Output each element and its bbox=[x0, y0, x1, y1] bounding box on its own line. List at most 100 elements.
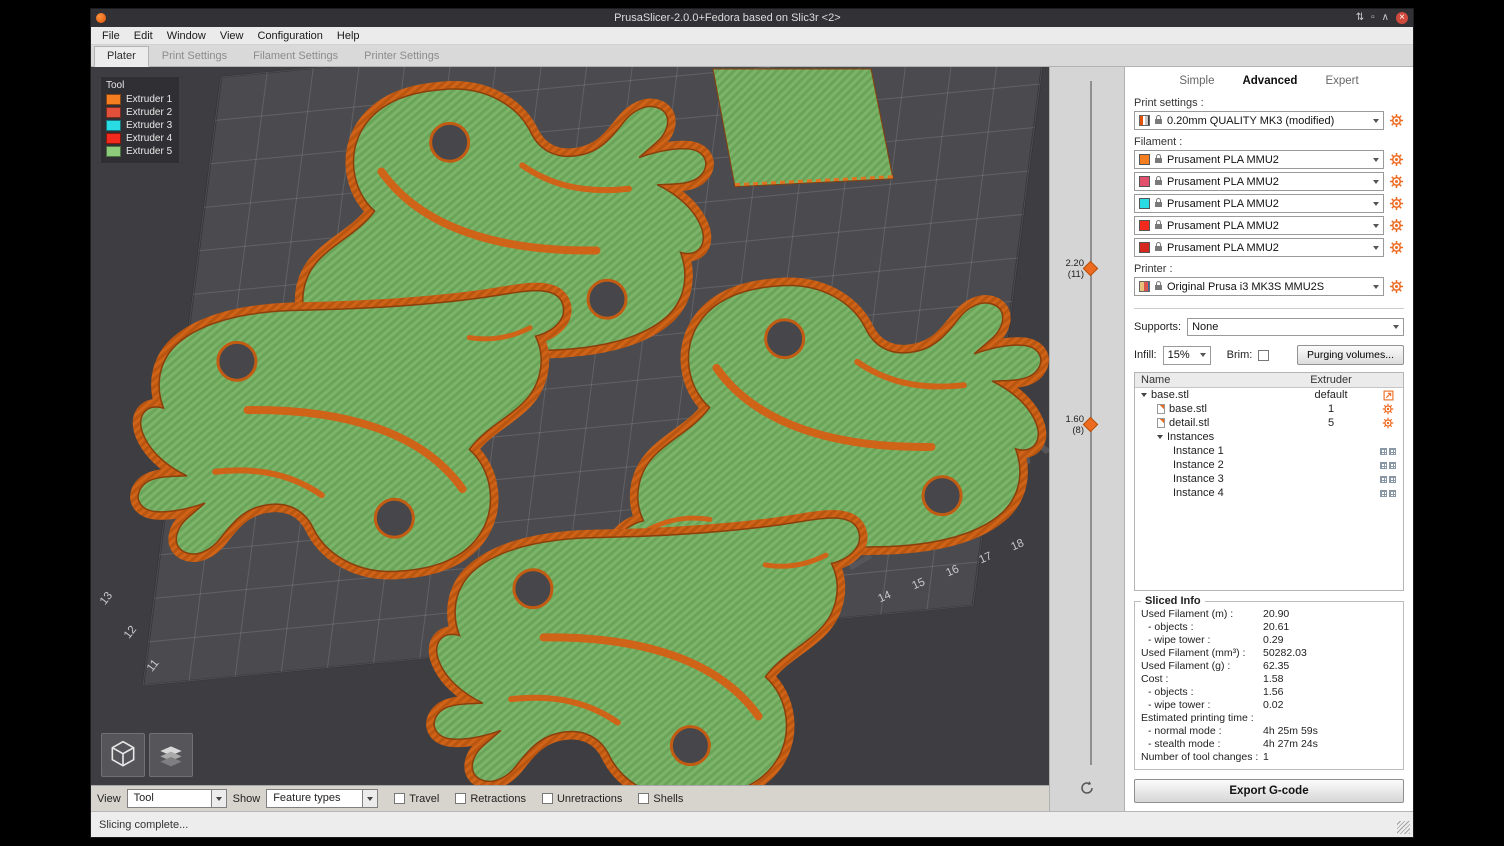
tool-legend-title: Tool bbox=[106, 80, 174, 91]
menu-configuration[interactable]: Configuration bbox=[250, 29, 329, 43]
instance-grid-icon bbox=[1380, 476, 1387, 483]
viewport-toolbar: View Tool Show Feature types Travel Retr… bbox=[91, 785, 1049, 811]
filament-4-gear-button[interactable] bbox=[1389, 218, 1404, 233]
instance-grid-icon bbox=[1389, 476, 1396, 483]
extruder-1-swatch bbox=[106, 94, 121, 105]
filament-1-color-swatch bbox=[1139, 154, 1150, 165]
view-label: View bbox=[97, 793, 121, 805]
header-extruder: Extruder bbox=[1289, 373, 1373, 387]
chevron-down-icon bbox=[1373, 246, 1379, 250]
tab-plater[interactable]: Plater bbox=[94, 46, 149, 67]
mode-advanced[interactable]: Advanced bbox=[1242, 75, 1297, 87]
instance-row-2[interactable]: Instance 2 bbox=[1135, 458, 1403, 472]
menu-edit[interactable]: Edit bbox=[127, 29, 160, 43]
infill-select[interactable]: 15% bbox=[1163, 346, 1211, 365]
filament-5-gear-button[interactable] bbox=[1389, 240, 1404, 255]
instance-grid-icon bbox=[1389, 462, 1396, 469]
retractions-checkbox[interactable] bbox=[455, 793, 466, 804]
title-bar[interactable]: PrusaSlicer-2.0.0+Fedora based on Slic3r… bbox=[91, 9, 1413, 27]
printer-gear-button[interactable] bbox=[1389, 279, 1404, 294]
filament-3-combo[interactable]: Prusament PLA MMU2 bbox=[1134, 194, 1384, 213]
sliced-info-row: - objects :20.61 bbox=[1141, 621, 1397, 634]
travel-checkbox-item: Travel bbox=[394, 793, 439, 805]
printer-combo[interactable]: Original Prusa i3 MK3S MMU2S bbox=[1134, 277, 1384, 296]
object-menu-icon[interactable] bbox=[1383, 390, 1394, 401]
chevron-down-icon bbox=[362, 790, 377, 807]
chevron-down-icon bbox=[1373, 224, 1379, 228]
filament-1-combo[interactable]: Prusament PLA MMU2 bbox=[1134, 150, 1384, 169]
print-settings-combo[interactable]: 0.20mm QUALITY MK3 (modified) bbox=[1134, 111, 1384, 130]
supports-label: Supports: bbox=[1134, 321, 1181, 333]
expander-icon[interactable] bbox=[1157, 435, 1163, 439]
unretractions-checkbox[interactable] bbox=[542, 793, 553, 804]
window-roll-icon[interactable]: ⇅ bbox=[1356, 12, 1364, 24]
shells-checkbox[interactable] bbox=[638, 793, 649, 804]
infill-value: 15% bbox=[1168, 349, 1196, 361]
tab-filament-settings[interactable]: Filament Settings bbox=[240, 46, 351, 67]
retractions-checkbox-item: Retractions bbox=[455, 793, 526, 805]
extruder-3-label: Extruder 3 bbox=[126, 120, 172, 131]
extruder-3-swatch bbox=[106, 120, 121, 131]
object-row-base[interactable]: base.stl default bbox=[1135, 388, 1403, 402]
purging-volumes-button[interactable]: Purging volumes... bbox=[1297, 345, 1404, 365]
menu-window[interactable]: Window bbox=[160, 29, 213, 43]
part-row-base[interactable]: base.stl 1 bbox=[1135, 402, 1403, 416]
filament-5-combo[interactable]: Prusament PLA MMU2 bbox=[1134, 238, 1384, 257]
window-minimize-icon[interactable]: ▫ bbox=[1371, 12, 1375, 24]
layers-view-button[interactable] bbox=[149, 733, 193, 777]
print-settings-gear-button[interactable] bbox=[1389, 113, 1404, 128]
menu-view[interactable]: View bbox=[213, 29, 251, 43]
filament-1-value: Prusament PLA MMU2 bbox=[1167, 154, 1369, 166]
plater-3d-viewport[interactable]: ORIGINAL PRUSA 13 12 11 14 bbox=[91, 67, 1049, 785]
print-settings-label: Print settings : bbox=[1134, 97, 1404, 109]
plater-scene[interactable]: ORIGINAL PRUSA 13 12 11 14 bbox=[91, 67, 1049, 785]
layer-slider-lower-handle[interactable] bbox=[1083, 417, 1099, 433]
mode-expert[interactable]: Expert bbox=[1325, 75, 1358, 87]
filament-4-value: Prusament PLA MMU2 bbox=[1167, 220, 1369, 232]
lock-icon bbox=[1155, 180, 1162, 185]
instances-group-row[interactable]: Instances bbox=[1135, 430, 1403, 444]
show-select[interactable]: Feature types bbox=[266, 789, 378, 808]
expander-icon[interactable] bbox=[1141, 393, 1147, 397]
travel-checkbox[interactable] bbox=[394, 793, 405, 804]
part-settings-gear-icon[interactable] bbox=[1382, 403, 1394, 415]
extruder-5-label: Extruder 5 bbox=[126, 146, 172, 157]
instance-row-1[interactable]: Instance 1 bbox=[1135, 444, 1403, 458]
resize-grip[interactable] bbox=[1397, 821, 1410, 834]
mode-switcher: Simple Advanced Expert bbox=[1134, 71, 1404, 94]
tab-print-settings[interactable]: Print Settings bbox=[149, 46, 240, 67]
view-mode-select[interactable]: Tool bbox=[127, 789, 227, 808]
supports-select[interactable]: None bbox=[1187, 318, 1404, 336]
filament-2-gear-button[interactable] bbox=[1389, 174, 1404, 189]
window-maximize-icon[interactable]: ∧ bbox=[1382, 12, 1389, 24]
settings-tab-bar: Plater Print Settings Filament Settings … bbox=[91, 45, 1413, 67]
filament-1-gear-button[interactable] bbox=[1389, 152, 1404, 167]
instance-row-4[interactable]: Instance 4 bbox=[1135, 486, 1403, 500]
extruder-1-label: Extruder 1 bbox=[126, 94, 172, 105]
part-settings-gear-icon[interactable] bbox=[1382, 417, 1394, 429]
chevron-down-icon bbox=[1373, 202, 1379, 206]
legend-item: Extruder 2 bbox=[106, 107, 174, 118]
window-close-button[interactable]: × bbox=[1396, 12, 1408, 24]
app-window: PrusaSlicer-2.0.0+Fedora based on Slic3r… bbox=[90, 8, 1414, 838]
tab-printer-settings[interactable]: Printer Settings bbox=[351, 46, 452, 67]
filament-3-gear-button[interactable] bbox=[1389, 196, 1404, 211]
filament-2-combo[interactable]: Prusament PLA MMU2 bbox=[1134, 172, 1384, 191]
instance-row-3[interactable]: Instance 3 bbox=[1135, 472, 1403, 486]
layer-slider-upper-handle[interactable] bbox=[1083, 261, 1099, 277]
part-row-detail[interactable]: detail.stl 5 bbox=[1135, 416, 1403, 430]
legend-item: Extruder 3 bbox=[106, 120, 174, 131]
export-gcode-button[interactable]: Export G-code bbox=[1134, 779, 1404, 803]
menu-file[interactable]: File bbox=[95, 29, 127, 43]
menu-help[interactable]: Help bbox=[330, 29, 367, 43]
filament-4-combo[interactable]: Prusament PLA MMU2 bbox=[1134, 216, 1384, 235]
mode-simple[interactable]: Simple bbox=[1179, 75, 1214, 87]
infill-label: Infill: bbox=[1134, 349, 1157, 361]
sliced-info-row: Estimated printing time : bbox=[1141, 712, 1397, 725]
window-title: PrusaSlicer-2.0.0+Fedora based on Slic3r… bbox=[106, 12, 1349, 24]
wipe-tower[interactable] bbox=[713, 69, 893, 187]
brim-checkbox[interactable] bbox=[1258, 350, 1269, 361]
slider-reset-button[interactable] bbox=[1079, 780, 1095, 801]
perspective-cube-button[interactable] bbox=[101, 733, 145, 777]
sliced-info-row: - stealth mode :4h 27m 24s bbox=[1141, 738, 1397, 751]
